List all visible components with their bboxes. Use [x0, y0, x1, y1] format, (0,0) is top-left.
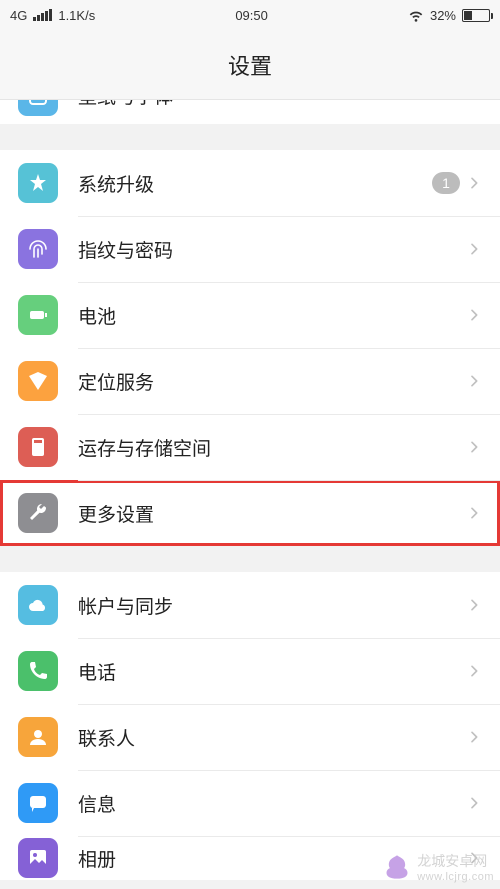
- app-icon: [18, 100, 58, 116]
- chevron-right-icon: [466, 439, 482, 455]
- battery-pct-label: 32%: [430, 8, 456, 23]
- settings-scroll[interactable]: 壁纸与字体系统升级1 指纹与密码电池定位服务运存与存储空间更多设置帐户与同步电话联…: [0, 100, 500, 889]
- battery-icon: [18, 295, 58, 335]
- settings-row-label: 电话: [78, 658, 466, 685]
- chevron-right-icon: [466, 850, 482, 866]
- chevron-right-icon: [466, 729, 482, 745]
- chevron-right-icon: [466, 100, 482, 102]
- chevron-right-icon: [466, 373, 482, 389]
- settings-row-update[interactable]: 系统升级1: [0, 150, 500, 216]
- phone-icon: [18, 651, 58, 691]
- settings-row-finger[interactable]: 指纹与密码: [0, 216, 500, 282]
- status-right: 32%: [408, 7, 490, 23]
- status-left: 4G 1.1K/s: [10, 8, 95, 23]
- settings-row-location[interactable]: 定位服务: [0, 348, 500, 414]
- chevron-right-icon: [466, 307, 482, 323]
- settings-group: 壁纸与字体: [0, 100, 500, 124]
- chevron-right-icon: [466, 175, 482, 191]
- wifi-icon: [408, 7, 424, 23]
- settings-row-label: 信息: [78, 790, 466, 817]
- data-rate-label: 1.1K/s: [58, 8, 95, 23]
- chevron-right-icon: [466, 597, 482, 613]
- settings-row-more[interactable]: 更多设置: [0, 480, 500, 546]
- settings-row-label: 定位服务: [78, 368, 466, 395]
- settings-row-label: 相册: [78, 845, 466, 872]
- page-title: 设置: [228, 49, 272, 81]
- cloud-icon: [18, 585, 58, 625]
- settings-row-storage[interactable]: 运存与存储空间: [0, 414, 500, 480]
- settings-row-contacts[interactable]: 联系人: [0, 704, 500, 770]
- storage-icon: [18, 427, 58, 467]
- signal-bars-icon: [33, 9, 52, 21]
- settings-group: 系统升级1 指纹与密码电池定位服务运存与存储空间更多设置: [0, 150, 500, 546]
- settings-row-label: 运存与存储空间: [78, 434, 466, 461]
- settings-row-battery[interactable]: 电池: [0, 282, 500, 348]
- settings-row-gallery[interactable]: 相册: [0, 836, 500, 880]
- wrench-icon: [18, 493, 58, 533]
- battery-icon: [462, 9, 490, 22]
- chevron-right-icon: [466, 505, 482, 521]
- update-badge: 1: [432, 172, 460, 194]
- chevron-right-icon: [466, 663, 482, 679]
- settings-group: 帐户与同步电话联系人信息相册: [0, 572, 500, 880]
- settings-row-label: 指纹与密码: [78, 236, 466, 263]
- chevron-right-icon: [466, 241, 482, 257]
- status-clock: 09:50: [235, 8, 268, 23]
- settings-row-phone[interactable]: 电话: [0, 638, 500, 704]
- settings-row-account[interactable]: 帐户与同步: [0, 572, 500, 638]
- chevron-right-icon: [466, 795, 482, 811]
- gallery-icon: [18, 838, 58, 878]
- settings-row-label: 联系人: [78, 724, 466, 751]
- settings-row-message[interactable]: 信息: [0, 770, 500, 836]
- settings-row-wallpaper[interactable]: 壁纸与字体: [0, 100, 500, 124]
- network-type-label: 4G: [10, 8, 27, 23]
- title-bar: 设置: [0, 30, 500, 100]
- contacts-icon: [18, 717, 58, 757]
- update-icon: [18, 163, 58, 203]
- message-icon: [18, 783, 58, 823]
- settings-row-label: 帐户与同步: [78, 592, 466, 619]
- fingerprint-icon: [18, 229, 58, 269]
- settings-row-label: 系统升级: [78, 170, 432, 197]
- settings-row-label: 电池: [78, 302, 466, 329]
- settings-row-label: 更多设置: [78, 500, 466, 527]
- status-bar: 4G 1.1K/s 09:50 32%: [0, 0, 500, 30]
- settings-row-label: 壁纸与字体: [78, 100, 466, 109]
- location-icon: [18, 361, 58, 401]
